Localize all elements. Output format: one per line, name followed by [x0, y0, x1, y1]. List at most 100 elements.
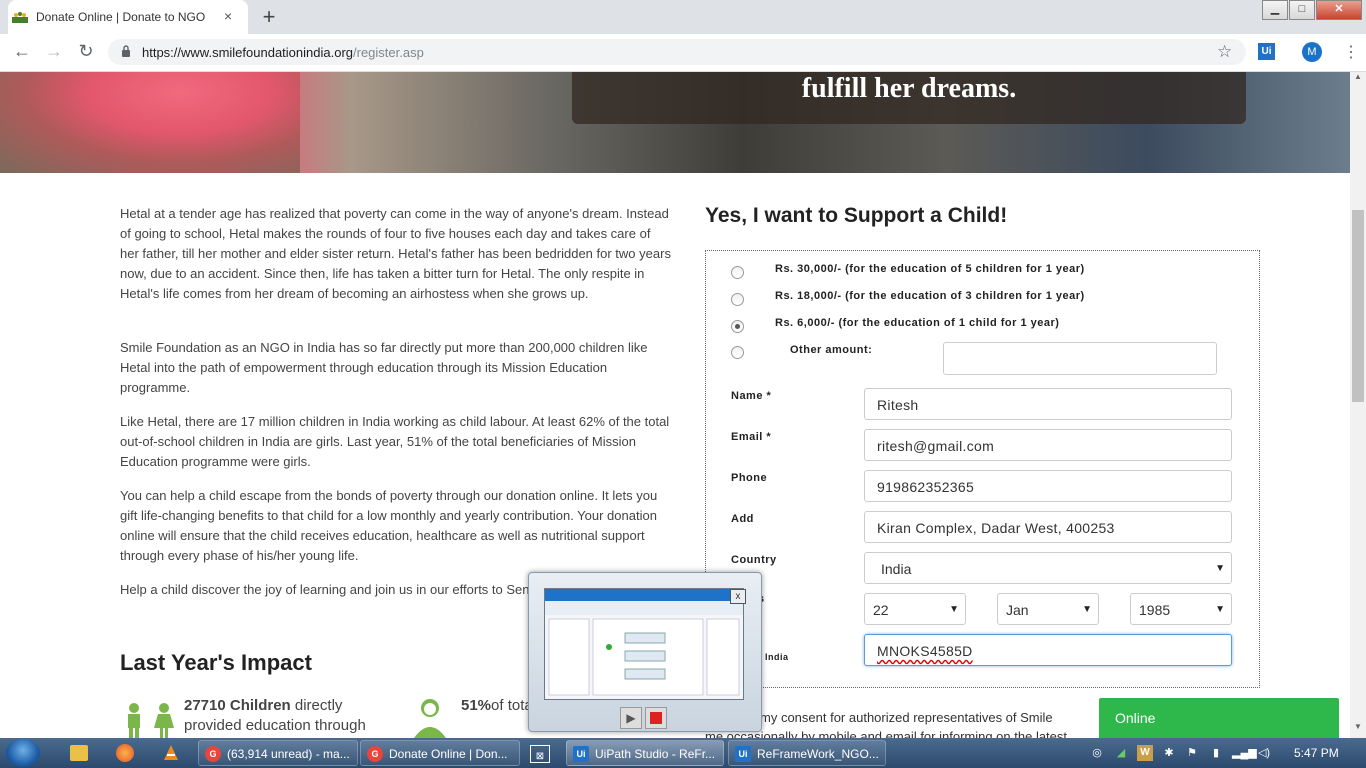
children-icon [128, 703, 174, 738]
bookmark-star-icon[interactable]: ☆ [1217, 42, 1232, 62]
tray-nvidia-icon[interactable]: ◢ [1113, 745, 1129, 761]
taskbar-clock[interactable]: 5:47 PM [1294, 746, 1339, 760]
amount-option-label: Rs. 6,000/- (for the education of 1 chil… [775, 317, 1060, 329]
story-paragraph: Hetal at a tender age has realized that … [120, 206, 671, 301]
bluetooth-icon[interactable]: ✱ [1161, 745, 1177, 761]
preview-close-button[interactable]: x [730, 589, 746, 604]
consent-text: my consent for authorized representative… [760, 710, 1053, 725]
tray-sync-icon[interactable]: ◎ [1089, 745, 1105, 761]
other-amount-input[interactable] [943, 342, 1217, 375]
chevron-down-icon: ▼ [1215, 563, 1225, 574]
amount-radio-other[interactable] [731, 346, 744, 359]
taskbar-task-reframework[interactable]: Ui ReFrameWork_NGO... [728, 740, 886, 766]
network-signal-icon[interactable]: ▂▄▆ [1232, 745, 1257, 761]
action-center-flag-icon[interactable]: ⚑ [1184, 745, 1200, 761]
stop-icon [650, 712, 662, 724]
dob-month-value: Jan [1006, 602, 1029, 618]
name-label: Name * [731, 390, 772, 402]
story-paragraph: You can help a child escape from the bon… [120, 488, 658, 563]
amount-option-label: Rs. 30,000/- (for the education of 5 chi… [775, 263, 1085, 275]
chevron-down-icon: ▼ [1082, 604, 1092, 615]
scrollbar-thumb[interactable] [1352, 210, 1364, 402]
country-value: India [881, 561, 912, 577]
impact-stat-girls-number: 51% [461, 697, 492, 714]
profile-avatar[interactable]: M [1302, 42, 1322, 62]
name-input[interactable]: Ritesh [864, 388, 1232, 420]
amount-option-label: Other amount: [790, 344, 873, 356]
taskbar-task-label: Donate Online | Don... [389, 747, 508, 761]
taskbar-task-label: ReFrameWork_NGO... [757, 747, 879, 761]
taskbar-task-label: (63,914 unread) - ma... [227, 747, 350, 761]
taskbar-task-gmail[interactable]: G (63,914 unread) - ma... [198, 740, 358, 766]
url-host: https://www.smilefoundationindia.org [142, 45, 354, 60]
url-text: https://www.smilefoundationindia.org/reg… [142, 45, 424, 60]
pan-label: r India [758, 652, 789, 662]
window-minimize-button[interactable]: ▁ [1262, 0, 1288, 20]
start-button[interactable] [6, 739, 40, 767]
form-title: Yes, I want to Support a Child! [705, 204, 1008, 227]
email-input[interactable]: ritesh@gmail.com [864, 429, 1232, 461]
pan-value: MNOKS4585D [877, 643, 973, 659]
address-input[interactable]: Kiran Complex, Dadar West, 400253 [864, 511, 1232, 543]
battery-icon[interactable]: ▮ [1208, 745, 1224, 761]
tab-close-icon[interactable]: × [224, 8, 232, 24]
address-label: Add [731, 513, 754, 525]
amount-option-label: Rs. 18,000/- (for the education of 3 chi… [775, 290, 1085, 302]
pan-input[interactable]: MNOKS4585D [864, 634, 1232, 666]
email-label: Email * [731, 431, 772, 443]
play-button[interactable]: ▶ [620, 707, 642, 729]
back-arrow-icon[interactable]: ← [11, 41, 33, 62]
impact-heading: Last Year's Impact [120, 650, 312, 675]
window-maximize-button[interactable]: □ [1289, 0, 1315, 20]
taskbar-task-donate[interactable]: G Donate Online | Don... [360, 740, 520, 766]
girl-icon [414, 699, 446, 738]
amount-radio-18000[interactable] [731, 293, 744, 306]
story-paragraph: Like Hetal, there are 17 million childre… [120, 414, 670, 469]
phone-input[interactable]: 919862352365 [864, 470, 1232, 502]
taskbar-task-label: UiPath Studio - ReFr... [595, 747, 716, 761]
dob-month-select[interactable]: Jan ▼ [997, 593, 1099, 625]
taskbar-task-uipath-studio[interactable]: Ui UiPath Studio - ReFr... [566, 740, 724, 766]
hero-banner: fulfill her dreams. [0, 72, 1350, 173]
amount-radio-30000[interactable] [731, 266, 744, 279]
url-path: /register.asp [353, 45, 424, 60]
page-scrollbar[interactable] [1350, 72, 1366, 738]
dob-day-select[interactable]: 22 ▼ [864, 593, 966, 625]
impact-stat-children-number: 27710 Children [184, 697, 291, 714]
dob-day-value: 22 [873, 602, 889, 618]
chevron-down-icon: ▼ [949, 604, 959, 615]
hero-caption: fulfill her dreams. [801, 73, 1017, 104]
scroll-up-arrow-icon[interactable]: ▲ [1350, 72, 1366, 86]
uipath-icon: Ui [735, 746, 751, 762]
amount-radio-6000[interactable] [731, 320, 744, 333]
story-paragraph: Smile Foundation as an NGO in India has … [120, 340, 648, 395]
uipath-screenshot-thumbnail [545, 589, 743, 696]
file-explorer-icon[interactable] [70, 745, 88, 761]
volume-icon[interactable]: ◁) [1256, 745, 1272, 761]
window-close-button[interactable]: ✕ [1316, 0, 1362, 20]
vlc-icon[interactable] [162, 744, 180, 762]
screen-capture-icon[interactable]: ⊠ [530, 745, 550, 763]
chrome-icon: G [205, 746, 221, 762]
firefox-icon[interactable] [116, 744, 134, 762]
uipath-window-thumbnail[interactable] [544, 588, 744, 700]
country-select[interactable]: India ▼ [864, 552, 1232, 584]
chrome-icon: G [367, 746, 383, 762]
dob-year-value: 1985 [1139, 602, 1171, 618]
tab-title: Donate Online | Donate to NGO | Smile Fo… [36, 10, 206, 24]
hero-girl-image [0, 72, 300, 173]
new-tab-button[interactable]: + [256, 5, 282, 29]
smile-foundation-favicon-icon [12, 12, 28, 23]
scroll-down-arrow-icon[interactable]: ▼ [1350, 722, 1366, 736]
uipath-extension-icon[interactable]: Ui [1258, 43, 1275, 60]
reload-icon[interactable]: ↻ [75, 41, 97, 62]
country-label: Country [731, 554, 777, 566]
radio-selected-dot [735, 324, 740, 329]
chat-label[interactable]: Online [1115, 710, 1155, 726]
uipath-icon: Ui [573, 746, 589, 762]
dob-year-select[interactable]: 1985 ▼ [1130, 593, 1232, 625]
impact-stat-children: 27710 Children directly provided educati… [184, 696, 394, 736]
tray-word-icon[interactable]: W [1137, 745, 1153, 761]
browser-menu-icon[interactable]: ⋮ [1343, 42, 1359, 62]
forward-arrow-icon[interactable]: → [43, 41, 65, 62]
